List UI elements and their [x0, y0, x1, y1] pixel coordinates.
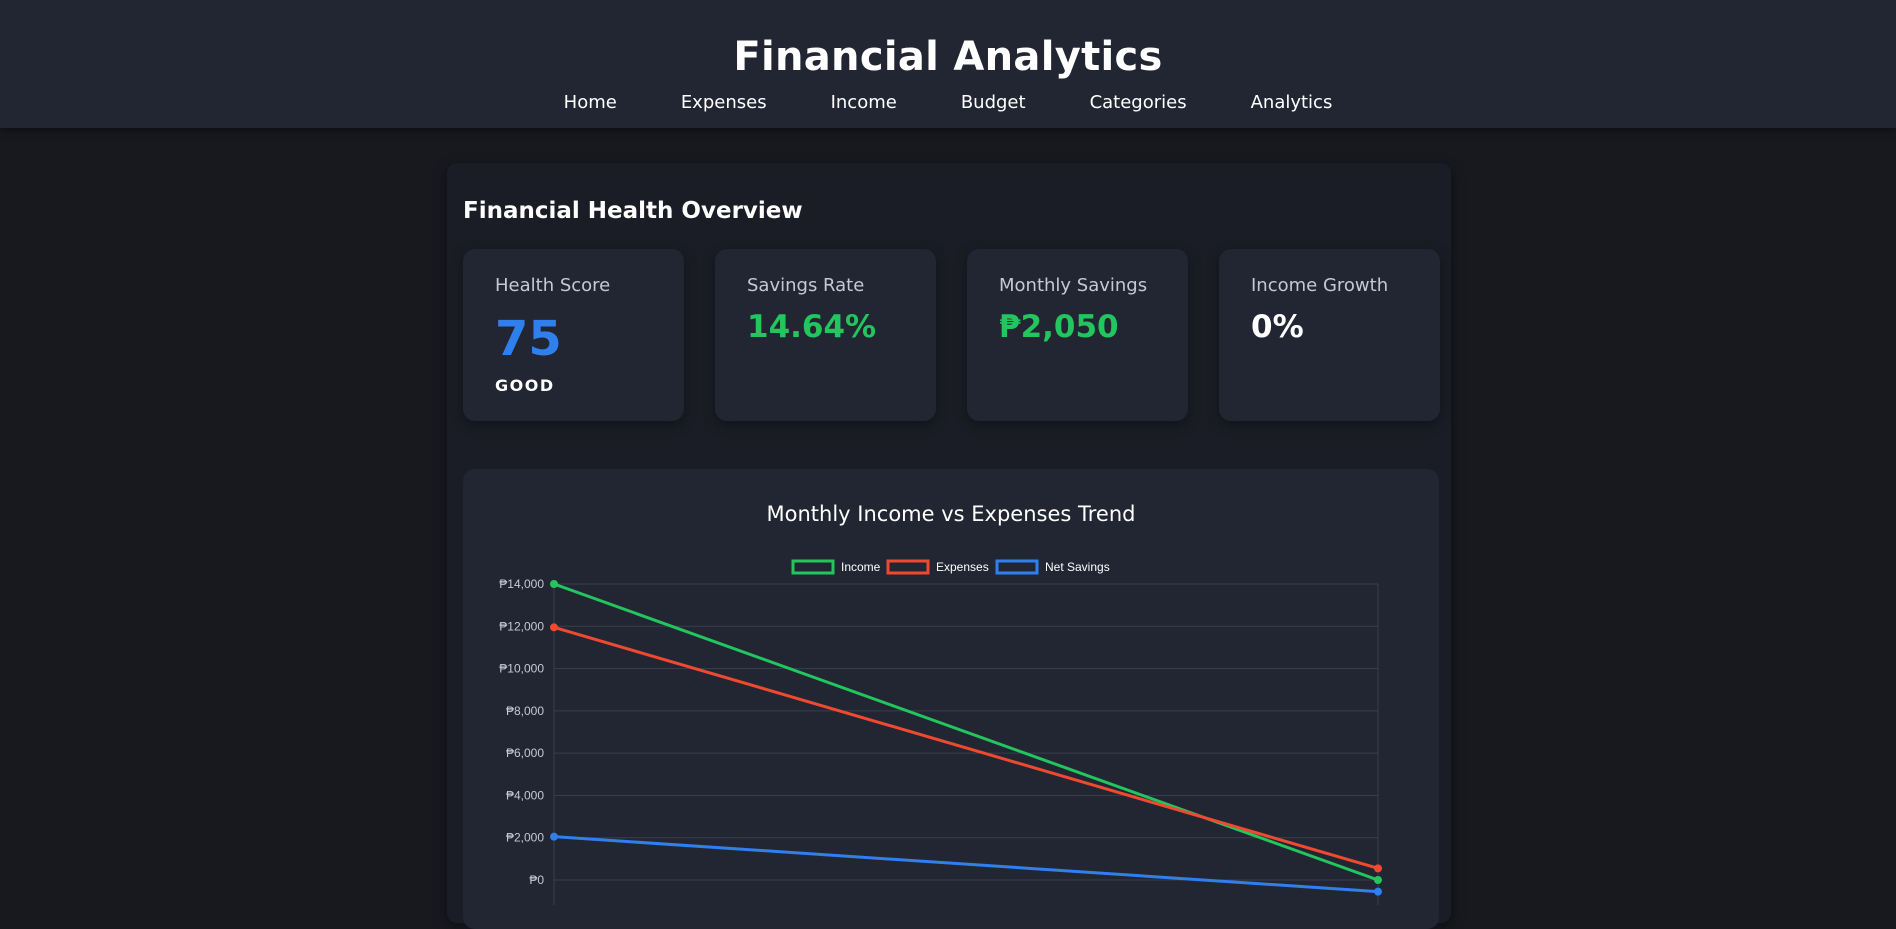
y-tick-label: ₱2,000 [506, 831, 544, 845]
data-point [1374, 864, 1382, 873]
monthly-savings-card: Monthly Savings ₱2,050 [967, 249, 1188, 421]
series-line [553, 582, 1379, 882]
data-point [550, 623, 558, 632]
section-title: Financial Health Overview [463, 198, 803, 224]
y-tick-label: ₱4,000 [506, 788, 544, 802]
nav-categories-link[interactable]: Categories [1090, 90, 1187, 116]
legend-swatch [995, 559, 1039, 575]
nav-analytics-link[interactable]: Analytics [1251, 90, 1333, 116]
data-point [1374, 876, 1382, 884]
series-line [553, 835, 1379, 894]
income-growth-value: 0% [1251, 309, 1304, 345]
data-point [1374, 887, 1382, 896]
nav-budget-link[interactable]: Budget [961, 90, 1026, 116]
y-tick-label: ₱0 [529, 873, 544, 887]
income-growth-card: Income Growth 0% [1219, 249, 1440, 421]
nav-home-link[interactable]: Home [564, 90, 617, 116]
top-header: Financial Analytics Home Expenses Income… [0, 0, 1896, 128]
main-nav: Home Expenses Income Budget Categories A… [0, 90, 1896, 116]
income-growth-label: Income Growth [1251, 275, 1389, 296]
app-title: Financial Analytics [733, 34, 1163, 80]
legend-swatch [791, 559, 835, 575]
y-tick-label: ₱8,000 [506, 704, 544, 718]
savings-rate-card: Savings Rate 14.64% [715, 249, 936, 421]
legend-label: Expenses [936, 560, 989, 574]
series-line [553, 625, 1379, 870]
legend-label: Income [841, 560, 881, 574]
trend-line-chart: ₱14,000 ₱12,000 ₱10,000 ₱8,000 ₱6,000 ₱4,000 ₱… [499, 559, 1382, 905]
y-tick-label: ₱14,000 [499, 577, 544, 591]
monthly-savings-label: Monthly Savings [999, 275, 1148, 296]
savings-rate-value: 14.64% [747, 309, 877, 345]
y-tick-label: ₱12,000 [499, 619, 544, 633]
y-tick-label: ₱10,000 [499, 662, 544, 676]
legend-swatch [886, 559, 930, 575]
health-score-value: 75 [495, 311, 562, 367]
y-tick-label: ₱6,000 [506, 746, 544, 760]
nav-expenses-link[interactable]: Expenses [681, 90, 767, 116]
health-score-rating: GOOD [495, 376, 555, 395]
data-point [550, 832, 558, 841]
legend-label: Net Savings [1045, 560, 1110, 574]
nav-income-link[interactable]: Income [831, 90, 897, 116]
monthly-savings-value: ₱2,050 [999, 309, 1119, 345]
savings-rate-label: Savings Rate [747, 275, 865, 296]
health-score-card: Health Score 75 GOOD [463, 249, 684, 421]
health-score-label: Health Score [495, 275, 611, 296]
data-point [550, 580, 558, 588]
